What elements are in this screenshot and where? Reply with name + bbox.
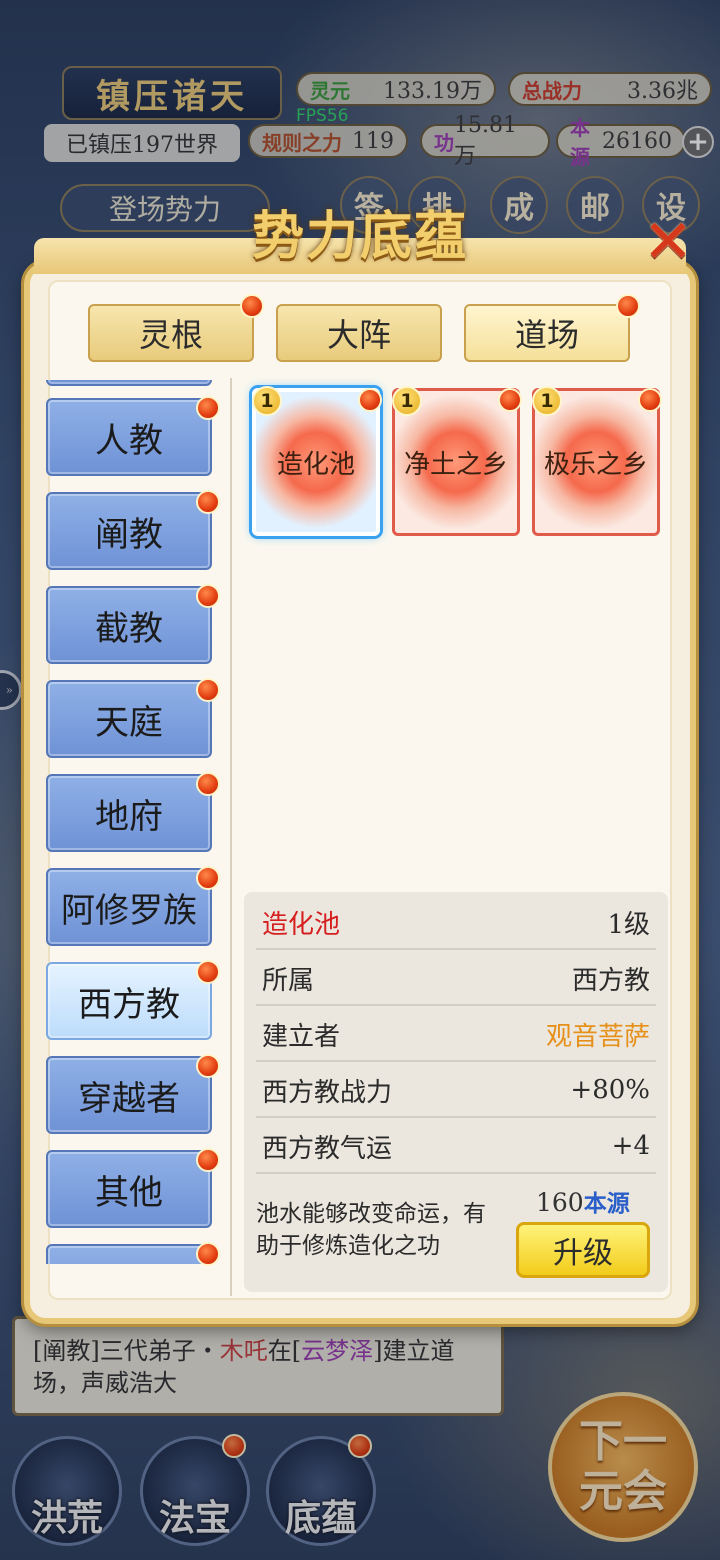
detail-label: 西方教战力: [262, 1077, 393, 1108]
detail-header-row: 造化池 1级: [256, 896, 656, 948]
card-level-badge: 1: [252, 386, 282, 416]
card-badge: [358, 388, 382, 412]
faction-badge: [196, 1054, 220, 1078]
divider: [256, 1060, 656, 1062]
tab-daochang[interactable]: 道场: [464, 304, 630, 362]
list-divider: [230, 378, 232, 1296]
faction-badge: [196, 960, 220, 984]
faction-item-hidden[interactable]: [46, 380, 212, 386]
modal-title: 势力底蕴: [251, 205, 468, 267]
detail-row-founder: 建立者 观音菩萨: [256, 1008, 656, 1060]
upgrade-button[interactable]: 升级: [516, 1222, 650, 1278]
faction-list[interactable]: 人教 阐教 截教 天庭 地府 阿修罗族 西方教 穿越者 其他: [40, 380, 224, 1264]
faction-item-asura[interactable]: 阿修罗族: [46, 868, 212, 946]
detail-name: 造化池: [262, 909, 341, 940]
detail-row-power: 西方教战力 +80%: [256, 1064, 656, 1116]
faction-item-difu[interactable]: 地府: [46, 774, 212, 852]
faction-badge: [196, 1148, 220, 1172]
faction-item-chuanyue[interactable]: 穿越者: [46, 1056, 212, 1134]
cost-resource: 本源: [583, 1190, 630, 1217]
detail-description: 池水能够改变命运，有助于修炼造化之功: [256, 1201, 486, 1259]
detail-label: 所属: [262, 965, 315, 996]
faction-item-chanjiao[interactable]: 阐教: [46, 492, 212, 570]
card-level-badge: 1: [392, 386, 422, 416]
detail-value: +4: [611, 1131, 650, 1161]
faction-item-xifang[interactable]: 西方教: [46, 962, 212, 1040]
faction-item-renjiao[interactable]: 人教: [46, 398, 212, 476]
faction-badge: [196, 678, 220, 702]
cost-amount: 160: [536, 1188, 584, 1217]
faction-item-jiejiao[interactable]: 截教: [46, 586, 212, 664]
detail-label: 西方教气运: [262, 1133, 393, 1164]
card-badge: [638, 388, 662, 412]
tab-badge: [240, 294, 264, 318]
faction-badge: [196, 396, 220, 420]
faction-badge: [196, 490, 220, 514]
card-level-badge: 1: [532, 386, 562, 416]
faction-item-qita[interactable]: 其他: [46, 1150, 212, 1228]
tab-badge: [616, 294, 640, 318]
faction-badge: [196, 1242, 220, 1266]
faction-badge: [196, 772, 220, 796]
divider: [256, 948, 656, 950]
tab-linggen[interactable]: 灵根: [88, 304, 254, 362]
detail-value: 观音菩萨: [545, 1021, 650, 1052]
upgrade-cost: 160 本源: [536, 1184, 656, 1218]
detail-row-fortune: 西方教气运 +4: [256, 1120, 656, 1172]
detail-value: +80%: [570, 1075, 650, 1105]
card-badge: [498, 388, 522, 412]
divider: [256, 1116, 656, 1118]
divider: [256, 1172, 656, 1174]
faction-badge: [196, 866, 220, 890]
detail-label: 建立者: [262, 1021, 341, 1052]
divider: [256, 1004, 656, 1006]
tab-dazhen[interactable]: 大阵: [276, 304, 442, 362]
faction-badge: [196, 584, 220, 608]
building-detail-panel: 造化池 1级 所属 西方教 建立者 观音菩萨 西方教战力 +80% 西方教气运 …: [244, 892, 668, 1292]
close-x-icon[interactable]: ✕: [640, 207, 696, 277]
faction-item-partial[interactable]: [46, 1244, 212, 1264]
detail-row-owner: 所属 西方教: [256, 952, 656, 1004]
detail-value: 西方教: [571, 965, 650, 996]
detail-level: 1级: [607, 909, 650, 940]
faction-item-tianting[interactable]: 天庭: [46, 680, 212, 758]
